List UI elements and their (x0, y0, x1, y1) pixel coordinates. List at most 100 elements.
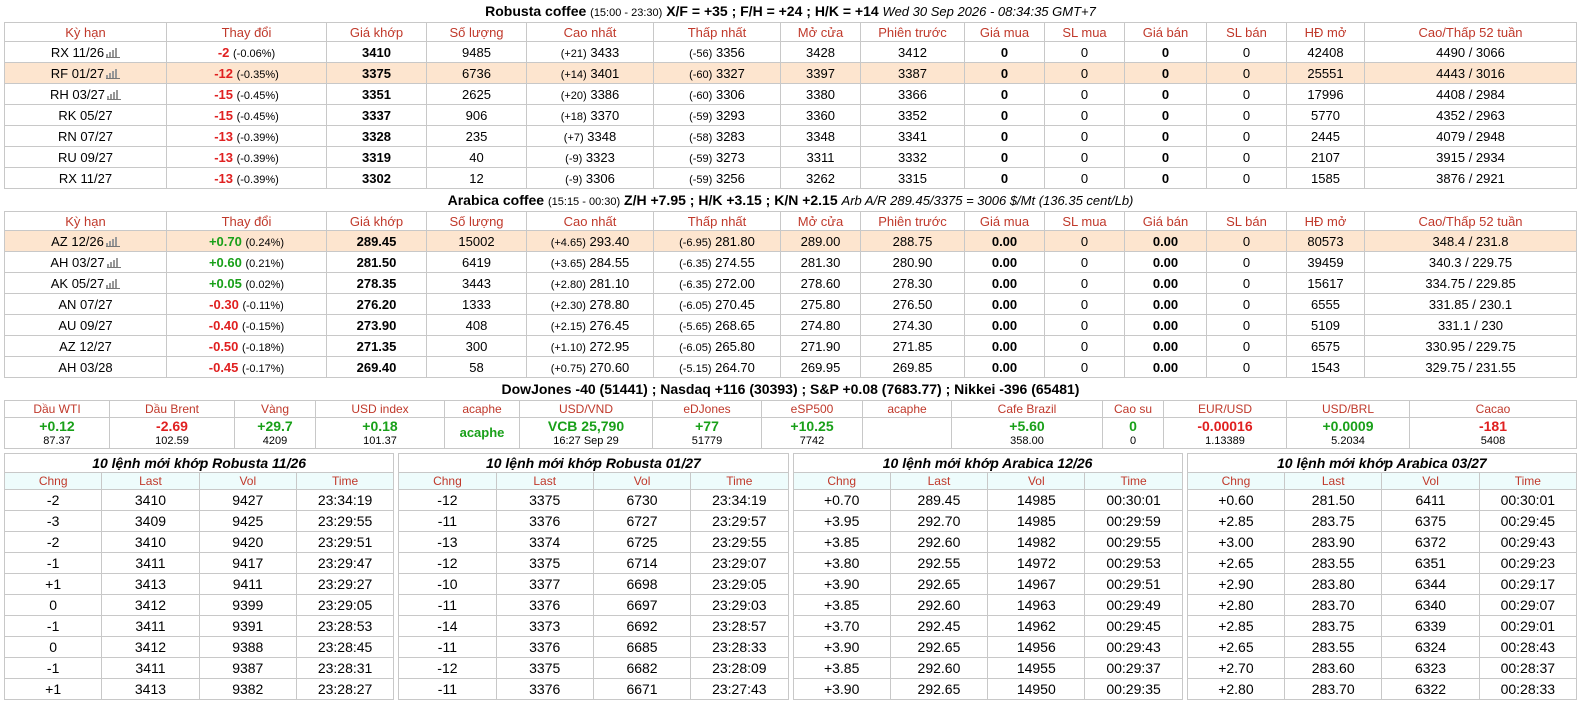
ask-volume: 0 (1206, 335, 1287, 357)
contract-term[interactable]: AN 07/27 (4, 293, 167, 315)
contract-term[interactable]: RK 05/27 (4, 104, 167, 126)
low-value: 281.80 (715, 233, 755, 249)
bar-chart-icon[interactable] (106, 46, 121, 58)
robusta-datetime: Wed 30 Sep 2026 - 08:34:35 GMT+7 (882, 4, 1096, 19)
open-interest: 15617 (1286, 272, 1365, 294)
bar-chart-icon[interactable] (105, 235, 120, 247)
table-row[interactable]: RN 07/27 -13 (-0.39%) 3328 235 (+7) 3348 (-58… (4, 125, 1577, 147)
contract-label[interactable]: RX 11/27 (59, 171, 112, 186)
index-label: eSP500 (762, 402, 862, 418)
trade-change: -14 (398, 615, 497, 637)
trade-change: +3.90 (792, 573, 891, 595)
contract-label[interactable]: RX 11/26 (51, 45, 104, 60)
ask-volume: 0 (1206, 293, 1287, 315)
trades-column-header: Chng (792, 472, 891, 490)
trade-row: +1 3413 9411 23:29:27 (3, 573, 395, 595)
change-percent: (-0.15%) (242, 320, 285, 333)
trade-change: 0 (3, 636, 103, 658)
previous-close: 3412 (860, 41, 965, 63)
table-row[interactable]: RX 11/26 -2 (-0.06%) 3410 9485 (+21) 3433 (-5… (4, 41, 1577, 63)
trade-change: +2.65 (1186, 636, 1286, 658)
contract-term[interactable]: AK 05/27 (4, 272, 167, 294)
bar-chart-icon[interactable] (106, 88, 121, 100)
low-value: 3356 (715, 44, 745, 60)
table-row[interactable]: RU 09/27 -13 (-0.39%) 3319 40 (-9) 3323 (-59)… (4, 146, 1577, 168)
previous-close: 3332 (860, 146, 965, 168)
contract-label[interactable]: AZ 12/27 (59, 339, 112, 354)
bar-chart-icon[interactable] (106, 277, 121, 289)
bid-price: 0 (964, 62, 1045, 84)
contract-label[interactable]: RU 09/27 (58, 150, 113, 165)
contract-label[interactable]: AU 09/27 (58, 318, 112, 333)
index-value: 102.59 (155, 435, 189, 447)
previous-close: 3387 (860, 62, 965, 84)
table-row[interactable]: RX 11/27 -13 (-0.39%) 3302 12 (-9) 3306 (-59)… (4, 167, 1577, 189)
contract-term[interactable]: RX 11/26 (4, 41, 167, 63)
contract-term[interactable]: RN 07/27 (4, 125, 167, 147)
index-cell: acaphe (862, 400, 952, 449)
low-diff: (-59) (689, 152, 713, 165)
table-row[interactable]: AZ 12/26 +0.70 (0.24%) 289.45 15002 (+4.65) … (4, 230, 1577, 252)
table-row[interactable]: RF 01/27 -12 (-0.35%) 3375 6736 (+14) 3401 (-… (4, 62, 1577, 84)
contract-term[interactable]: AU 09/27 (4, 314, 167, 336)
contract-label[interactable]: AH 03/27 (50, 255, 104, 270)
table-row[interactable]: AN 07/27 -0.30 (-0.11%) 276.20 1333 (+2.30) … (4, 293, 1577, 315)
table-row[interactable]: AH 03/27 +0.60 (0.21%) 281.50 6419 (+3.65) 2… (4, 251, 1577, 273)
contract-term[interactable]: RX 11/27 (4, 167, 167, 189)
table-row[interactable]: RK 05/27 -15 (-0.45%) 3337 906 (+18) 3370 (-5… (4, 104, 1577, 126)
contract-label[interactable]: RH 03/27 (50, 87, 105, 102)
contract-term[interactable]: AH 03/27 (4, 251, 167, 273)
bid-volume: 0 (1044, 62, 1125, 84)
bid-price: 0 (964, 83, 1045, 105)
contract-label[interactable]: AK 05/27 (51, 276, 105, 291)
arabica-header: Arabica coffee (15:15 - 00:30) Z/H +7.95… (4, 189, 1577, 211)
index-change: -2.69 (156, 418, 188, 434)
contract-label[interactable]: AN 07/27 (58, 297, 112, 312)
contract-label[interactable]: RF 01/27 (51, 66, 104, 81)
contract-label[interactable]: RN 07/27 (58, 129, 113, 144)
trade-volume: 9391 (198, 615, 297, 637)
index-change: -181 (1478, 418, 1508, 434)
trades-table: 10 lệnh mới khớp Robusta 11/26 Chng Last Vo… (3, 453, 395, 700)
contract-term[interactable]: AH 03/28 (4, 356, 167, 378)
column-header: Phiên trước (860, 211, 965, 231)
table-row[interactable]: RH 03/27 -15 (-0.45%) 3351 2625 (+20) 3386 (-… (4, 83, 1577, 105)
high-price: (+7) 3348 (526, 125, 654, 147)
contract-label[interactable]: RK 05/27 (58, 108, 112, 123)
low-diff: (-59) (689, 173, 713, 186)
table-row[interactable]: AZ 12/27 -0.50 (-0.18%) 271.35 300 (+1.10) 2… (4, 335, 1577, 357)
contract-term[interactable]: RH 03/27 (4, 83, 167, 105)
trade-last: 283.60 (1284, 657, 1383, 679)
trade-last: 292.65 (889, 636, 989, 658)
table-row[interactable]: AH 03/28 -0.45 (-0.17%) 269.40 58 (+0.75) 27… (4, 356, 1577, 378)
contract-term[interactable]: AZ 12/26 (4, 230, 167, 252)
trade-change: +3.85 (792, 657, 891, 679)
trades-column-header: Time (1084, 472, 1183, 490)
open-interest: 2445 (1286, 125, 1365, 147)
low-diff: (-60) (689, 68, 713, 81)
table-row[interactable]: AU 09/27 -0.40 (-0.15%) 273.90 408 (+2.15) 2… (4, 314, 1577, 336)
contract-label[interactable]: AZ 12/26 (51, 234, 104, 249)
bar-chart-icon[interactable] (106, 256, 121, 268)
open-price: 275.80 (780, 293, 861, 315)
low-diff: (-59) (689, 110, 713, 123)
trade-volume: 6339 (1381, 615, 1480, 637)
ask-price: 0.00 (1124, 335, 1207, 357)
contract-term[interactable]: AZ 12/27 (4, 335, 167, 357)
bar-chart-icon[interactable] (106, 67, 121, 79)
week52-range: 3915 / 2934 (1364, 146, 1577, 168)
volume: 15002 (426, 230, 527, 252)
acaphe-link[interactable]: acaphe (446, 418, 519, 448)
high-price: (+14) 3401 (526, 62, 654, 84)
ask-price: 0 (1124, 104, 1207, 126)
trade-change: -13 (398, 531, 497, 553)
contract-term[interactable]: RU 09/27 (4, 146, 167, 168)
contract-term[interactable]: RF 01/27 (4, 62, 167, 84)
table-row[interactable]: AK 05/27 +0.05 (0.02%) 278.35 3443 (+2.80) 2… (4, 272, 1577, 294)
contract-label[interactable]: AH 03/28 (58, 360, 112, 375)
index-cell[interactable]: acaphe acaphe (444, 400, 520, 449)
volume: 2625 (426, 83, 527, 105)
column-header: Thay đổi (166, 22, 327, 42)
trade-last: 283.90 (1284, 531, 1383, 553)
change-cell: +0.05 (0.02%) (166, 272, 327, 294)
